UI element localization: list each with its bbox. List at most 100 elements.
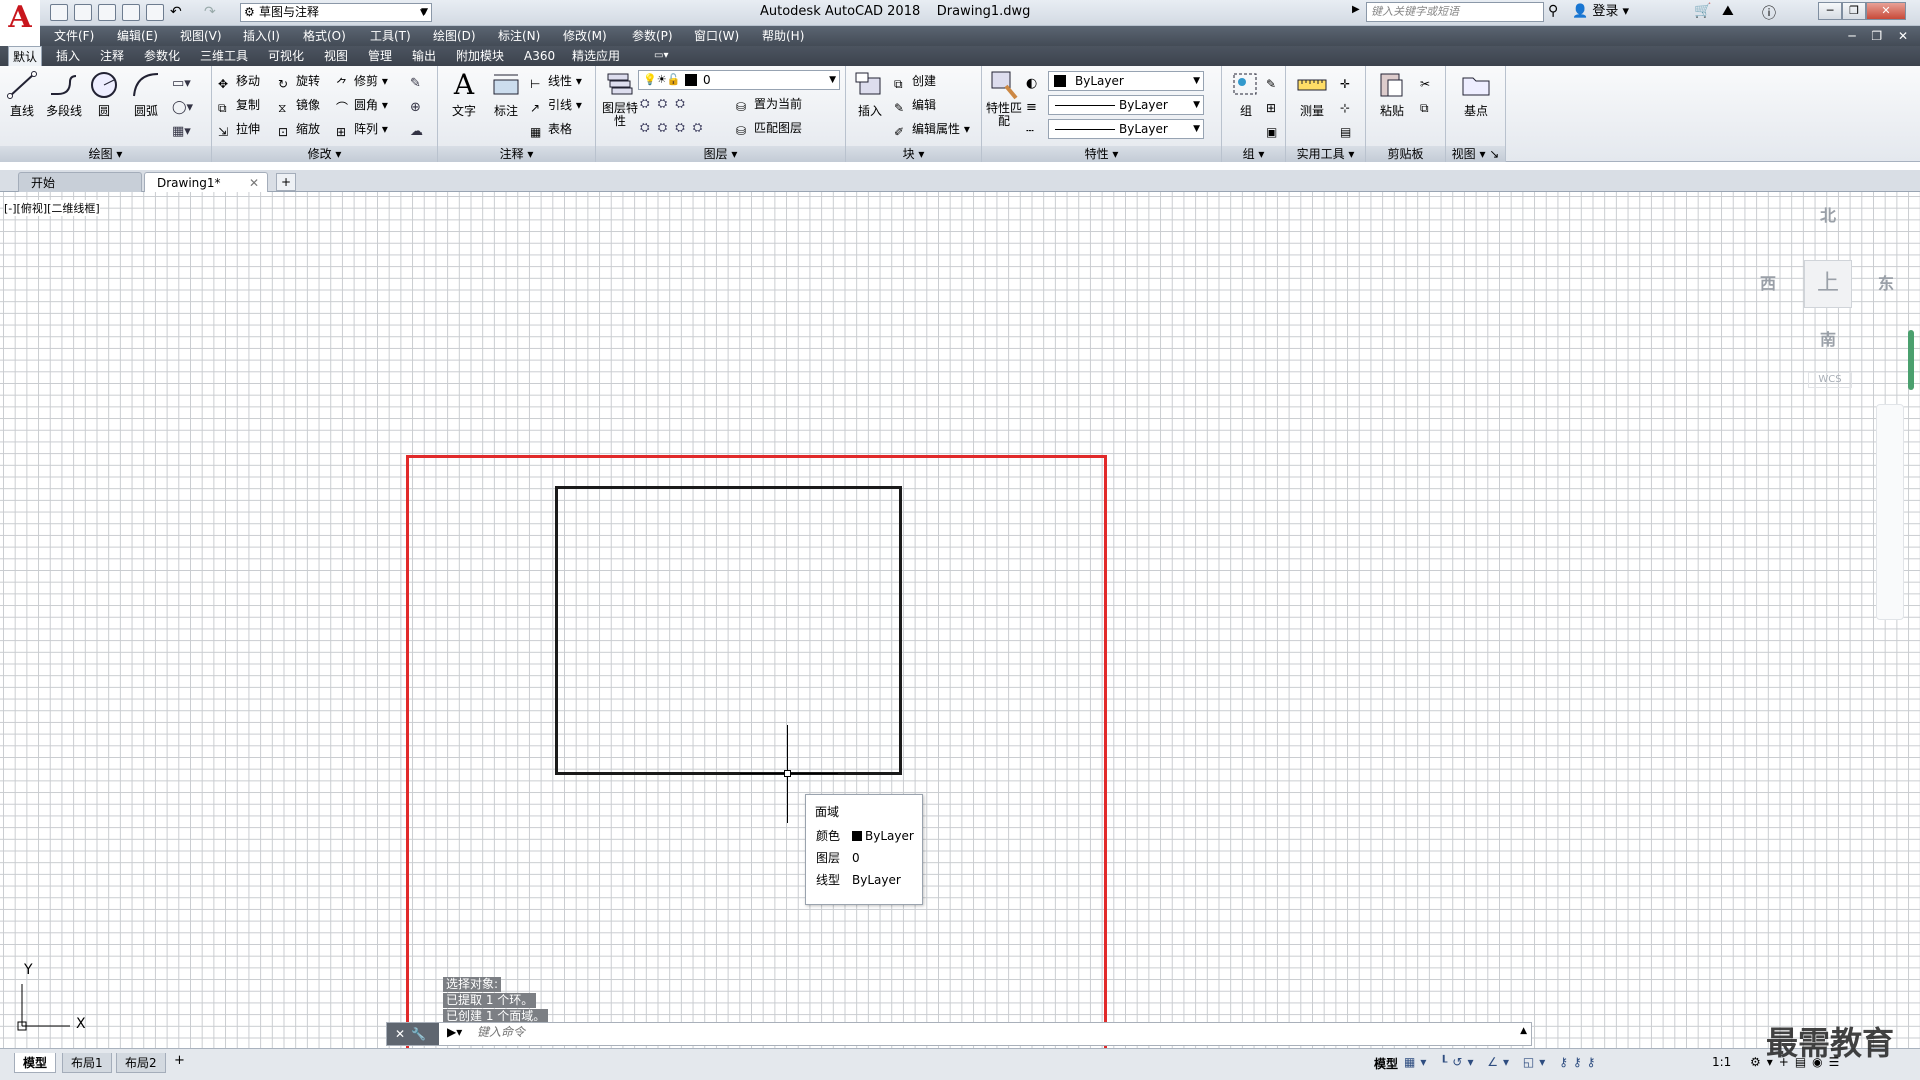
circle-tool[interactable]: 圆 xyxy=(82,70,126,119)
open-file-icon[interactable] xyxy=(74,4,92,21)
customize-toolbar-icon[interactable]: ▼ xyxy=(420,4,432,22)
login-button[interactable]: 👤 登录 ▾ xyxy=(1572,0,1629,24)
measure-tool[interactable]: 测量 xyxy=(1290,70,1334,119)
plot-icon[interactable] xyxy=(146,4,164,21)
save-icon[interactable] xyxy=(98,4,116,21)
base-point-tool[interactable]: 基点 xyxy=(1454,70,1498,119)
rotate-tool[interactable]: ↻ 旋转 xyxy=(276,72,320,91)
array-tool[interactable]: ⊞ 阵列 ▾ xyxy=(334,120,388,139)
region-rectangle[interactable] xyxy=(555,486,902,775)
chevron-up-icon[interactable]: ▲ xyxy=(1520,1026,1527,1036)
application-menu-button[interactable]: A xyxy=(0,0,40,38)
tab-3d-tools[interactable]: 三维工具 xyxy=(196,46,252,66)
leader-tool[interactable]: ↗ 引线 ▾ xyxy=(528,96,582,115)
tab-default[interactable]: 默认 xyxy=(8,46,43,67)
document-window-controls[interactable]: ─ ❐ ✕ xyxy=(1848,26,1914,46)
menu-help[interactable]: 帮助(H) xyxy=(762,26,804,46)
add-layout-button[interactable]: + xyxy=(174,1053,185,1068)
scale-tool[interactable]: ⊡ 缩放 xyxy=(276,120,320,139)
binoculars-icon[interactable]: ⚲ xyxy=(1548,3,1558,19)
linetype-dropdown[interactable]: ByLayer ▼ xyxy=(1048,119,1204,139)
menu-tools[interactable]: 工具(T) xyxy=(370,26,411,46)
set-current-tool[interactable]: ⛁ 置为当前 xyxy=(734,95,802,114)
menu-dimension[interactable]: 标注(N) xyxy=(498,26,540,46)
tab-a360[interactable]: A360 xyxy=(520,46,559,66)
close-tab-icon[interactable]: ✕ xyxy=(249,173,259,193)
tab-annotate[interactable]: 注释 xyxy=(96,46,128,66)
line-tool[interactable]: 直线 xyxy=(0,70,44,119)
tab-insert[interactable]: 插入 xyxy=(52,46,84,66)
polyline-tool[interactable]: 多段线 xyxy=(42,70,86,119)
layer-properties-tool[interactable]: 图层特性 xyxy=(598,70,642,128)
panel-block-title[interactable]: 块 ▾ xyxy=(846,146,981,162)
panel-view-title[interactable]: 视图 ▾ ↘ xyxy=(1446,146,1505,162)
panel-properties-title[interactable]: 特性 ▾ xyxy=(982,146,1221,162)
menu-view[interactable]: 视图(V) xyxy=(180,26,222,46)
command-input[interactable] xyxy=(477,1025,1377,1039)
tab-start[interactable]: 开始 xyxy=(18,172,142,192)
menu-edit[interactable]: 编辑(E) xyxy=(117,26,158,46)
tab-addins[interactable]: 附加模块 xyxy=(452,46,508,66)
panel-groups-title[interactable]: 组 ▾ xyxy=(1222,146,1285,162)
move-tool[interactable]: ✥ 移动 xyxy=(216,72,260,91)
menu-format[interactable]: 格式(O) xyxy=(303,26,346,46)
paste-tool[interactable]: 粘贴 xyxy=(1370,70,1414,119)
viewcube-south[interactable]: 南 xyxy=(1820,326,1836,350)
expand-arrow-icon[interactable]: ▶ xyxy=(1352,4,1360,15)
utility-extra-tools[interactable]: ✛ ⊹ ▤ xyxy=(1340,72,1351,144)
arc-tool[interactable]: 圆弧 xyxy=(124,70,168,119)
tab-featured-apps[interactable]: 精选应用 xyxy=(568,46,624,66)
viewcube-face-top[interactable]: 上 xyxy=(1804,260,1852,308)
annotation-scale[interactable]: 1:1 xyxy=(1712,1055,1731,1069)
tab-manage[interactable]: 管理 xyxy=(364,46,396,66)
layer-dropdown[interactable]: 💡☀🔓 0 ▼ xyxy=(638,70,840,90)
panel-utilities-title[interactable]: 实用工具 ▾ xyxy=(1286,146,1365,162)
panel-draw-title[interactable]: 绘图 ▾ xyxy=(0,146,211,162)
linear-dimension-tool[interactable]: ⊢ 线性 ▾ xyxy=(528,72,582,91)
viewcube[interactable]: 北 西 上 东 南 WCS xyxy=(1760,202,1900,388)
color-dropdown[interactable]: ByLayer ▼ xyxy=(1048,71,1204,91)
layer-tools-row1[interactable]: ⛭⛭⛭ xyxy=(640,96,693,111)
menu-draw[interactable]: 绘图(D) xyxy=(433,26,476,46)
match-layer-tool[interactable]: ⛁ 匹配图层 xyxy=(734,119,802,138)
edit-attributes-tool[interactable]: ✐ 编辑属性 ▾ xyxy=(892,120,970,139)
undo-icon[interactable]: ↶ xyxy=(170,4,188,21)
trim-tool[interactable]: ⺈修剪 ▾ xyxy=(334,72,388,91)
drafting-settings-icons[interactable]: ▦▾ ┖↺▾ ∠▾ ◱▾ ⚷⚷⚷ xyxy=(1404,1055,1600,1069)
menu-modify[interactable]: 修改(M) xyxy=(563,26,607,46)
model-space-toggle[interactable]: 模型 xyxy=(1374,1055,1398,1072)
wcs-menu[interactable]: WCS xyxy=(1808,372,1852,388)
dimension-tool[interactable]: 标注 xyxy=(484,70,528,119)
group-tool[interactable]: 组 xyxy=(1224,70,1268,119)
modify-extra-tools[interactable]: ✎ ⊕ ☁ xyxy=(410,72,423,144)
create-block-tool[interactable]: ⧉ 创建 xyxy=(892,72,936,91)
tab-output[interactable]: 输出 xyxy=(408,46,440,66)
tab-layout1[interactable]: 布局1 xyxy=(62,1053,112,1073)
tab-model[interactable]: 模型 xyxy=(14,1053,57,1073)
menu-parametric[interactable]: 参数(P) xyxy=(632,26,673,46)
copy-tool[interactable]: ⧉ 复制 xyxy=(216,96,260,115)
insert-block-tool[interactable]: 插入 xyxy=(848,70,892,119)
redo-icon[interactable]: ↷ xyxy=(204,4,222,21)
search-input[interactable]: 键入关键字或短语 xyxy=(1366,2,1544,22)
workspace-dropdown[interactable]: ⚙ 草图与注释 ▼ xyxy=(240,3,432,22)
group-extra-tools[interactable]: ✎ ⊞ ▣ xyxy=(1266,72,1277,144)
viewcube-north[interactable]: 北 xyxy=(1820,202,1836,226)
clipboard-extra-tools[interactable]: ✂ ⧉ xyxy=(1420,72,1430,120)
match-properties-tool[interactable]: 特性匹配 xyxy=(982,70,1026,128)
command-prompt-icon[interactable]: ▶▾ xyxy=(447,1025,462,1039)
mirror-tool[interactable]: ⧖ 镜像 xyxy=(276,96,320,115)
ribbon-minimize-toggle[interactable]: ▭▾ xyxy=(650,46,672,66)
close-button[interactable]: ✕ xyxy=(1866,2,1906,20)
scroll-indicator[interactable] xyxy=(1908,330,1914,390)
tab-layout2[interactable]: 布局2 xyxy=(116,1053,166,1073)
panel-clipboard-title[interactable]: 剪贴板 xyxy=(1366,146,1445,162)
menu-insert[interactable]: 插入(I) xyxy=(243,26,280,46)
viewport-controls[interactable]: [-][俯视][二维线框] xyxy=(4,200,100,216)
command-line-handle[interactable]: ✕🔧 xyxy=(387,1023,439,1045)
stretch-tool[interactable]: ⇲ 拉伸 xyxy=(216,120,260,139)
navigation-bar[interactable] xyxy=(1876,404,1904,620)
viewcube-west[interactable]: 西 xyxy=(1760,270,1776,294)
cart-icon[interactable]: 🛒 xyxy=(1694,3,1711,19)
save-as-icon[interactable] xyxy=(122,4,140,21)
